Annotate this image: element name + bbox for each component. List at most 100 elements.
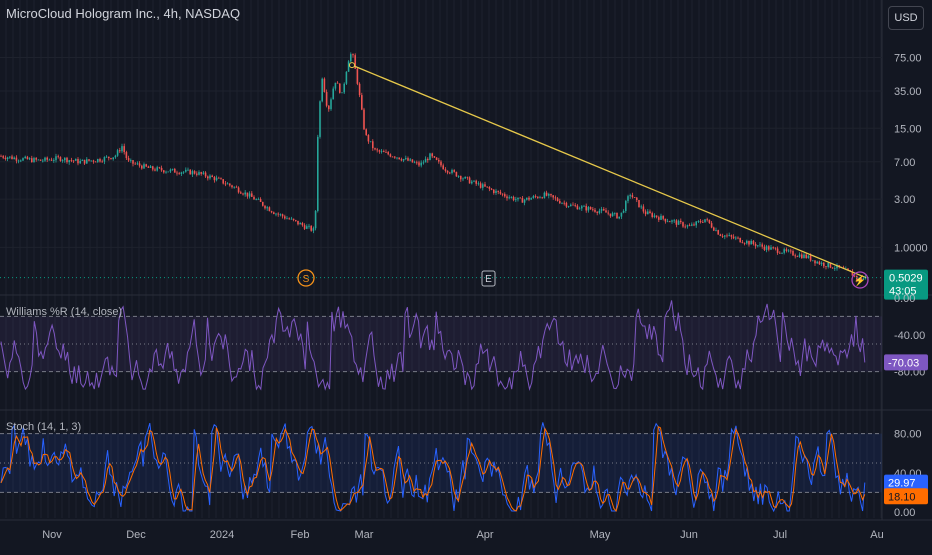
candle-body <box>787 250 790 252</box>
williams-tick-label: -40.00 <box>894 330 925 342</box>
candle-body <box>618 216 620 219</box>
candle-body <box>246 192 249 197</box>
candle-body <box>328 105 330 110</box>
candle-body <box>182 171 185 173</box>
candle-body <box>699 221 702 223</box>
williams-value-label: -70.03 <box>888 357 919 369</box>
candle-body <box>363 109 365 130</box>
stoch-tick-label: 80.00 <box>894 429 922 441</box>
candle-body <box>453 170 455 172</box>
candle-body <box>427 158 429 161</box>
time-tick-label: 2024 <box>210 529 234 541</box>
candle-body <box>11 156 13 160</box>
candle-body <box>202 172 205 174</box>
candle-body <box>792 250 794 256</box>
candle-body <box>455 171 458 177</box>
candle-body <box>215 177 218 181</box>
candle-body <box>607 212 609 214</box>
candle-body <box>528 197 530 200</box>
candle-body <box>0 155 2 157</box>
candle-body <box>523 199 526 203</box>
candle-body <box>59 157 62 161</box>
time-tick-label: Au <box>870 529 883 541</box>
candle-body <box>451 170 453 174</box>
candle-body <box>180 172 183 174</box>
candle-body <box>673 220 675 222</box>
candle-body <box>253 196 255 200</box>
candle-body <box>759 244 761 246</box>
candle-body <box>391 156 394 158</box>
candle-body <box>482 184 484 188</box>
candle-body <box>519 197 521 199</box>
currency-button[interactable]: USD <box>888 6 924 30</box>
candle-body <box>13 157 15 160</box>
candle-body <box>499 191 502 194</box>
candle-body <box>669 221 671 223</box>
candle-body <box>548 193 550 196</box>
candle-body <box>325 91 328 106</box>
candle-body <box>22 158 24 161</box>
candle-body <box>649 211 651 214</box>
candle-body <box>189 169 191 175</box>
candle-body <box>257 199 260 200</box>
candle-body <box>666 221 669 223</box>
candle-body <box>490 188 493 190</box>
candle-body <box>220 178 222 180</box>
candle-body <box>512 196 515 201</box>
stoch-k-label: 29.97 <box>888 478 916 490</box>
candle-body <box>290 218 293 220</box>
candle-body <box>508 197 510 199</box>
candle-body <box>596 211 598 213</box>
candle-body <box>9 156 11 158</box>
candle-body <box>237 187 240 193</box>
candle-body <box>743 242 746 244</box>
candle-body <box>334 82 337 89</box>
candle-body <box>704 219 706 223</box>
candle-body <box>585 205 587 211</box>
candle-body <box>152 166 154 170</box>
candle-body <box>823 262 825 267</box>
candle-body <box>402 159 405 161</box>
candle-body <box>631 195 634 198</box>
chart-svg[interactable]: 75.0035.0015.007.003.001.00000.502943:05… <box>0 0 932 550</box>
candle-body <box>77 159 79 164</box>
candle-body <box>831 267 834 269</box>
candle-body <box>345 71 348 84</box>
candle-body <box>493 189 495 193</box>
candle-body <box>26 156 29 160</box>
price-tick-label: 15.00 <box>894 123 922 135</box>
candle-body <box>622 210 625 213</box>
candle-body <box>94 161 97 163</box>
candle-body <box>803 254 805 259</box>
candle-body <box>776 248 779 253</box>
candle-body <box>779 252 781 254</box>
price-tick-label: 1.0000 <box>894 242 928 254</box>
candle-body <box>552 195 554 198</box>
candle-body <box>693 224 695 226</box>
candle-body <box>130 160 132 161</box>
candle-body <box>356 68 359 84</box>
candle-body <box>266 207 268 209</box>
price-tick-label: 7.00 <box>894 157 915 169</box>
candle-body <box>292 218 295 220</box>
candle-body <box>81 159 84 161</box>
candle-body <box>200 172 202 174</box>
candle-body <box>578 208 581 210</box>
candle-body <box>15 157 18 161</box>
candle-body <box>37 159 40 161</box>
candle-body <box>90 160 92 162</box>
chart-root[interactable]: 75.00 35.00 15.00 7.00 3.00 1.0000 0.5029 43:05… <box>0 0 932 550</box>
time-tick-label: May <box>590 529 611 541</box>
candle-body <box>479 183 482 188</box>
trendline-handle <box>349 62 355 69</box>
candle-body <box>385 152 387 153</box>
candle-body <box>719 234 722 237</box>
candle-body <box>724 235 726 237</box>
candle-body <box>457 176 460 177</box>
candle-body <box>517 197 519 200</box>
candle-body <box>671 220 673 222</box>
candle-body <box>343 83 345 93</box>
candle-body <box>691 224 693 226</box>
candle-body <box>460 176 462 180</box>
candle-body <box>270 211 273 213</box>
